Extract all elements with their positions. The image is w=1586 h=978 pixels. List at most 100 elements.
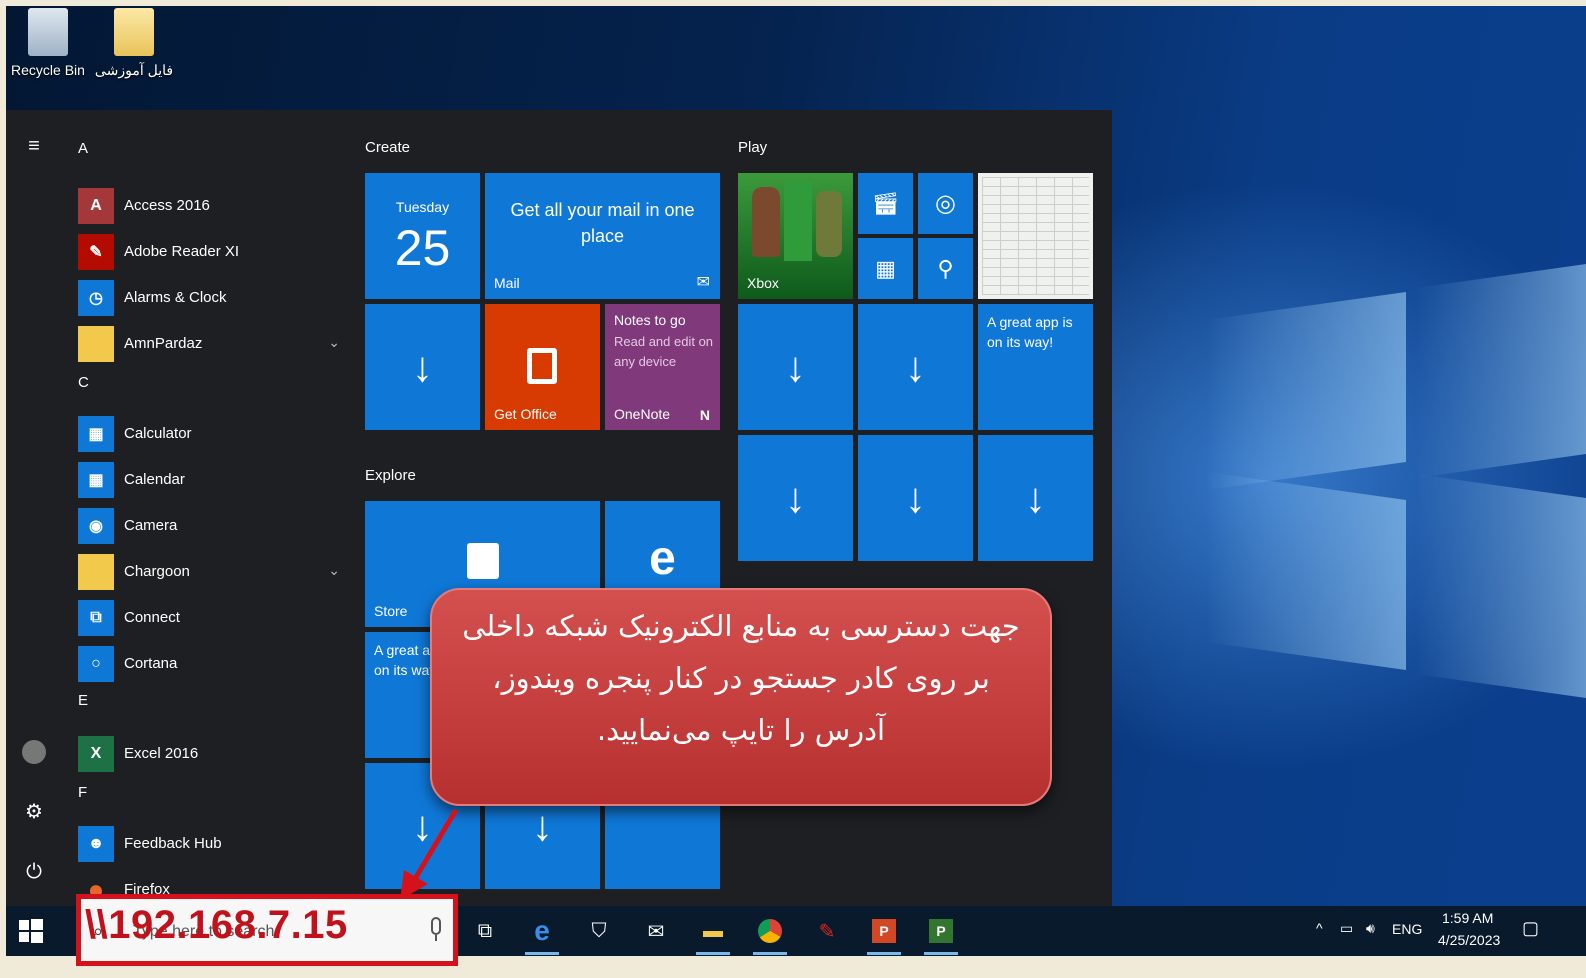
app-item-chargoon[interactable]: Chargoon ⌄ xyxy=(78,554,348,594)
clock-time[interactable]: 1:59 AM xyxy=(1442,910,1493,926)
desktop-icon-label: فایل آموزشی xyxy=(94,62,174,78)
tile-get-office[interactable]: Get Office xyxy=(485,304,600,430)
powerpoint-icon[interactable]: P xyxy=(867,914,901,955)
xbox-avatar-image xyxy=(752,187,780,257)
folder-icon xyxy=(78,326,114,362)
volume-icon[interactable]: 🔊︎ xyxy=(1366,920,1375,937)
typed-network-address[interactable]: \\192.168.7.15 xyxy=(85,903,348,948)
chevron-down-icon[interactable]: ⌄ xyxy=(328,562,340,579)
app-item-feedback-hub[interactable]: ☻ Feedback Hub xyxy=(78,826,348,866)
clapperboard-icon: 🎬︎ xyxy=(871,190,900,216)
recycle-bin-icon xyxy=(28,8,68,56)
windows-start-icon[interactable] xyxy=(18,918,44,944)
adobe-reader-icon: ✎ xyxy=(78,234,114,270)
file-explorer-icon[interactable]: ▬ xyxy=(696,914,730,955)
folder-icon xyxy=(114,8,154,56)
great-app-text: A great app is on its way! xyxy=(987,314,1073,350)
app-item-cortana[interactable]: ○ Cortana xyxy=(78,646,348,686)
tile-download[interactable]: ↓ xyxy=(858,304,973,430)
connect-icon: ⧉ xyxy=(78,600,114,636)
app-item-amnpardaz[interactable]: AmnPardaz ⌄ xyxy=(78,326,348,366)
system-tray: ^ ▭ 🔊︎ ENG 1:59 AM 4/25/2023 ▢ xyxy=(1296,906,1586,956)
app-label: Chargoon xyxy=(124,563,190,580)
tile-great-app[interactable]: A great app is on its way! xyxy=(978,304,1093,430)
tile-download[interactable]: ↓ xyxy=(365,304,480,430)
tile-calendar[interactable]: Tuesday 25 xyxy=(365,173,480,299)
windows-logo-wallpaper xyxy=(1116,246,1586,698)
app-list-letter-e[interactable]: E xyxy=(78,692,88,709)
app-label: Feedback Hub xyxy=(124,835,222,852)
tile-xbox[interactable]: Xbox xyxy=(738,173,853,299)
download-icon: ↓ xyxy=(785,343,806,390)
app-label: Access 2016 xyxy=(124,197,210,214)
tile-maps[interactable]: ⚲ xyxy=(918,238,973,299)
clock-date[interactable]: 4/25/2023 xyxy=(1438,932,1500,948)
mail-icon: ✉ xyxy=(696,274,710,291)
desktop-icon-training-folder[interactable]: فایل آموزشی xyxy=(92,8,176,79)
group-title-create[interactable]: Create xyxy=(365,139,410,156)
app-label: Cortana xyxy=(124,655,178,672)
app-item-calculator[interactable]: ▦ Calculator xyxy=(78,416,348,456)
app-list-letter-f[interactable]: F xyxy=(78,784,87,801)
tile-download[interactable]: ↓ xyxy=(738,435,853,561)
chevron-down-icon[interactable]: ⌄ xyxy=(328,334,340,351)
app-item-adobe-reader[interactable]: ✎ Adobe Reader XI xyxy=(78,234,348,274)
search-box[interactable]: ⌕ Type here to search \\192.168.7.15 xyxy=(76,894,458,966)
group-title-explore[interactable]: Explore xyxy=(365,467,416,484)
calendar-date: 25 xyxy=(394,220,451,276)
excel-icon: X xyxy=(78,736,114,772)
tile-download[interactable]: ↓ xyxy=(858,435,973,561)
app-item-calendar[interactable]: ▦ Calendar xyxy=(78,462,348,502)
app-item-camera[interactable]: ◉ Camera xyxy=(78,508,348,548)
app-item-access[interactable]: A Access 2016 xyxy=(78,188,348,228)
hamburger-menu-icon[interactable]: ≡ xyxy=(20,132,48,160)
task-view-icon[interactable]: ⧉ xyxy=(468,914,502,948)
download-icon: ↓ xyxy=(1025,474,1046,521)
user-account-icon[interactable] xyxy=(20,738,48,766)
chevron-up-icon[interactable]: ^ xyxy=(1316,920,1323,936)
tile-onenote[interactable]: Notes to go Read and edit on any device … xyxy=(605,304,720,430)
mail-icon[interactable]: ✉ xyxy=(639,914,673,948)
callout-arrow-line xyxy=(409,808,459,886)
network-icon[interactable]: ▭ xyxy=(1340,920,1353,937)
app-item-alarms-clock[interactable]: ◷ Alarms & Clock xyxy=(78,280,348,320)
tile-calculator[interactable]: ▦ xyxy=(858,238,913,299)
app-item-excel[interactable]: X Excel 2016 xyxy=(78,736,348,776)
microphone-icon[interactable] xyxy=(429,917,443,945)
input-language[interactable]: ENG xyxy=(1392,921,1422,937)
power-icon[interactable]: ⏻ xyxy=(20,858,48,886)
instruction-callout: جهت دسترسی به منابع الکترونیک شبکه داخلی… xyxy=(430,588,1052,806)
tile-groove[interactable]: ◎ xyxy=(918,173,973,234)
download-icon: ↓ xyxy=(412,343,433,390)
settings-gear-icon[interactable]: ⚙ xyxy=(20,798,48,826)
adobe-reader-icon[interactable]: ✎ xyxy=(810,914,844,948)
callout-text: جهت دسترسی به منابع الکترونیک شبکه داخلی… xyxy=(462,609,1020,747)
chrome-icon[interactable] xyxy=(753,914,787,955)
action-center-icon[interactable]: ▢ xyxy=(1522,918,1539,939)
desktop-icon-recycle-bin[interactable]: Recycle Bin xyxy=(6,8,90,78)
app-list: A A Access 2016 ✎ Adobe Reader XI ◷ Alar… xyxy=(78,130,348,910)
project-icon[interactable]: P xyxy=(924,914,958,955)
alarm-clock-icon: ◷ xyxy=(78,280,114,316)
tile-name: Store xyxy=(374,603,408,619)
tile-name: Mail xyxy=(494,275,520,291)
edge-browser-icon[interactable]: e xyxy=(525,914,559,955)
store-icon[interactable]: ⛉ xyxy=(582,914,616,948)
store-bag-icon xyxy=(467,543,499,579)
camera-icon: ◉ xyxy=(78,508,114,544)
folder-icon xyxy=(78,554,114,590)
app-label: Connect xyxy=(124,609,180,626)
tile-movies[interactable]: 🎬︎ xyxy=(858,173,913,234)
tile-name: Get Office xyxy=(494,406,557,422)
tile-download[interactable]: ↓ xyxy=(738,304,853,430)
group-title-play[interactable]: Play xyxy=(738,139,767,156)
tile-spreadsheet-preview[interactable] xyxy=(978,173,1093,299)
app-label: Adobe Reader XI xyxy=(124,243,240,260)
calendar-icon: ▦ xyxy=(78,462,114,498)
app-list-letter-a[interactable]: A xyxy=(78,140,88,157)
tile-mail[interactable]: Get all your mail in one place Mail ✉ xyxy=(485,173,720,299)
app-list-letter-c[interactable]: C xyxy=(78,374,89,391)
download-icon: ↓ xyxy=(532,802,553,849)
tile-download[interactable]: ↓ xyxy=(978,435,1093,561)
app-item-connect[interactable]: ⧉ Connect xyxy=(78,600,348,640)
